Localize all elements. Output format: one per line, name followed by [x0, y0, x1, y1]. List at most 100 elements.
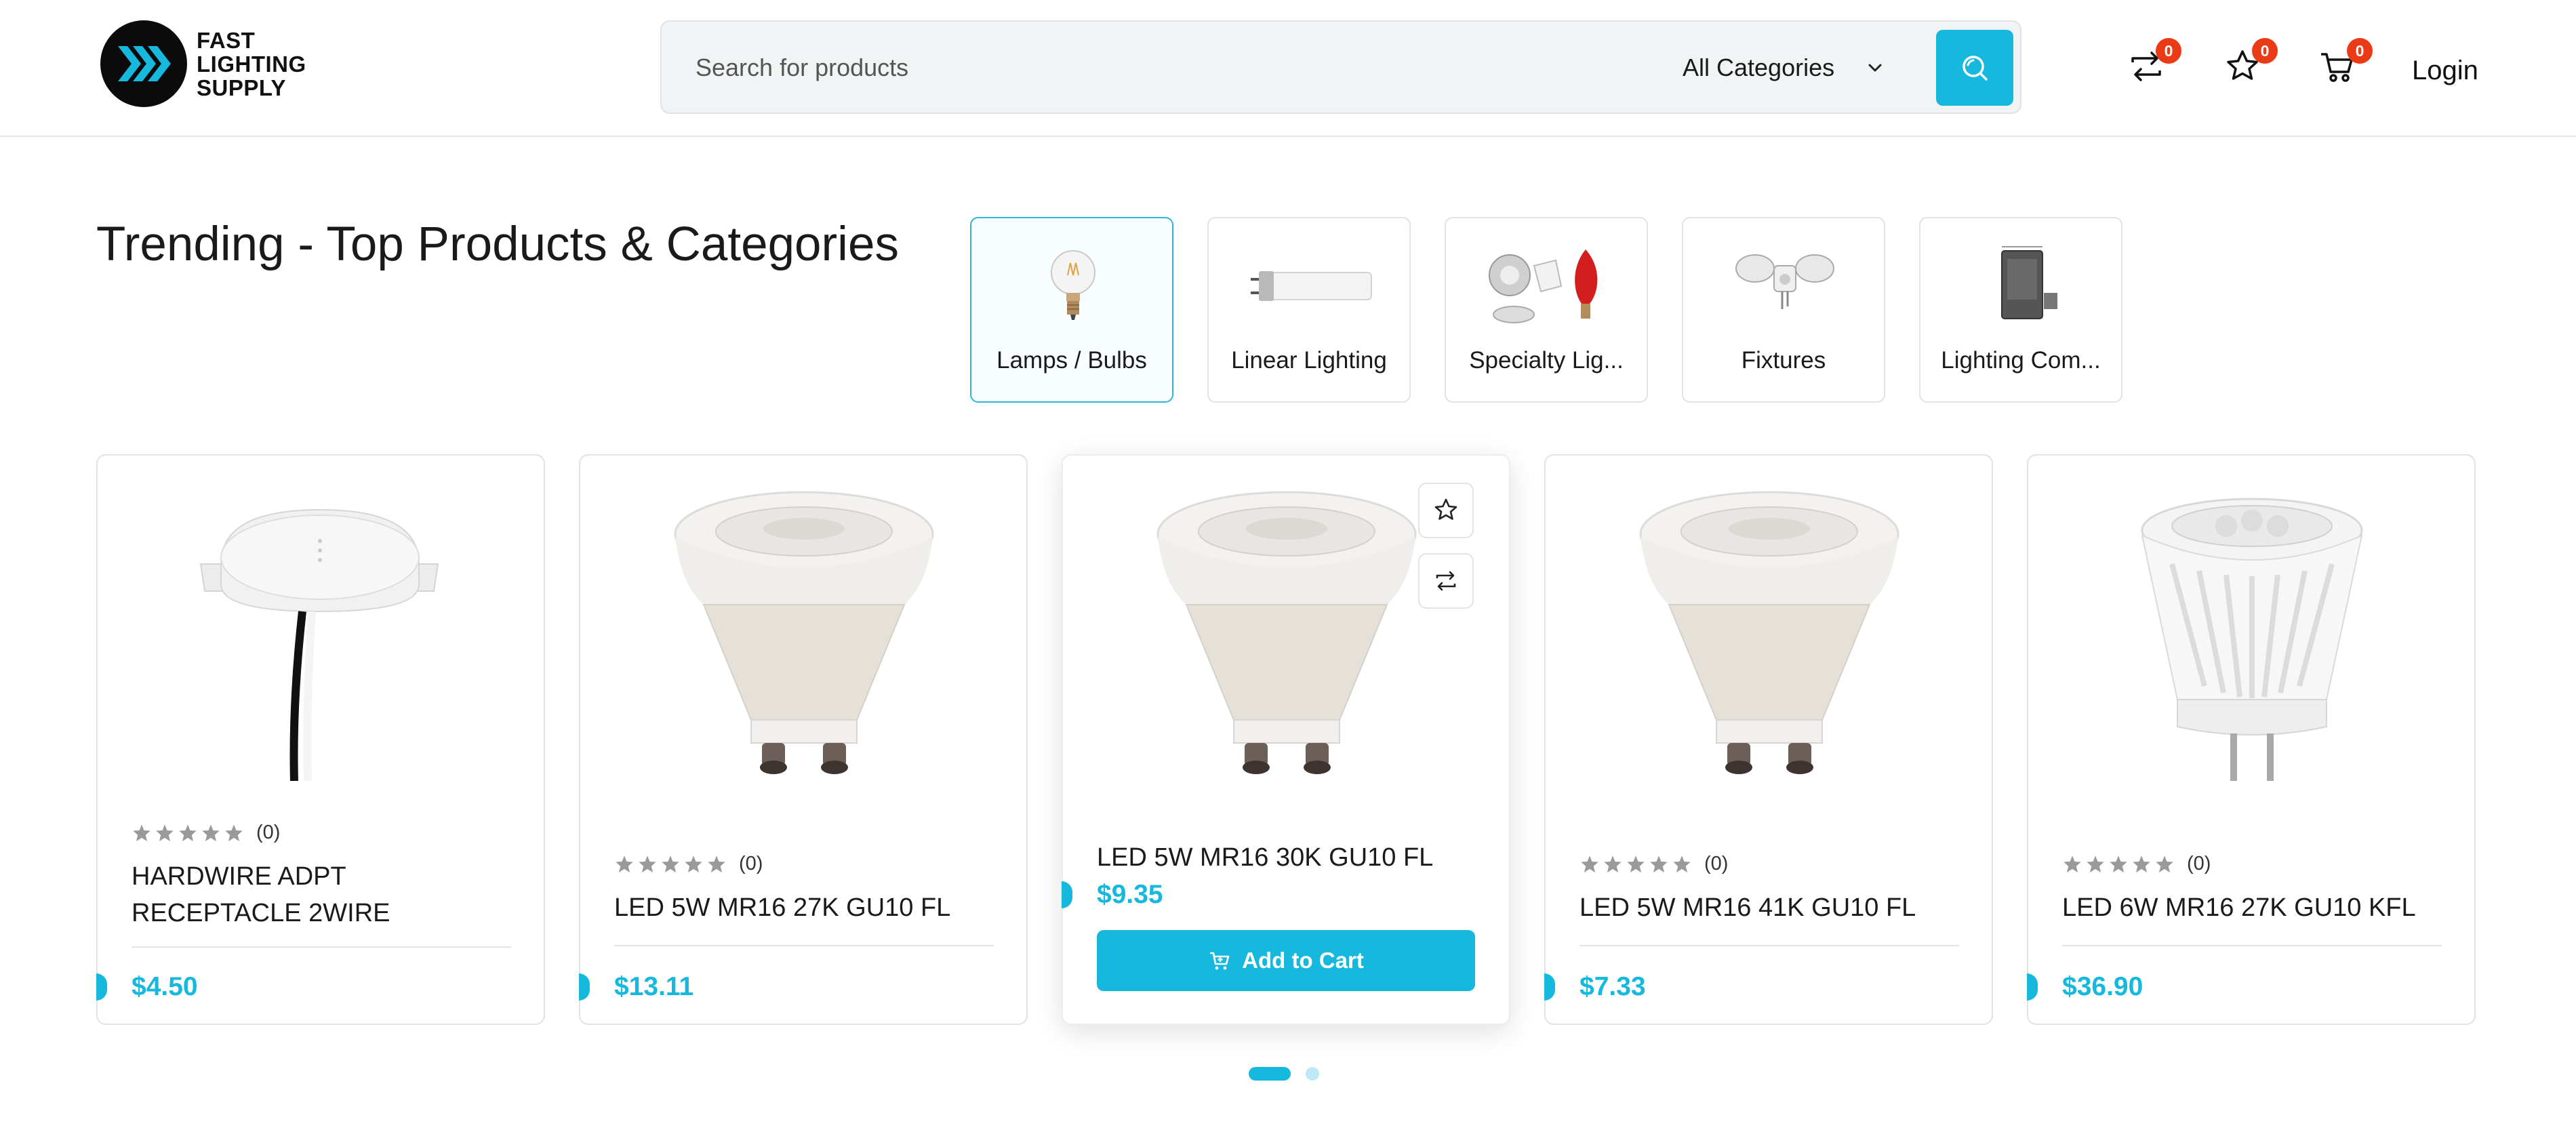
- gu10-bulb-image: [674, 491, 934, 774]
- product-name[interactable]: HARDWIRE ADPT RECEPTACLE 2WIRE: [132, 858, 511, 931]
- compare-button[interactable]: 0: [2126, 38, 2181, 95]
- logo-line-3: SUPPLY: [197, 75, 287, 100]
- carousel-dot-active[interactable]: [1249, 1067, 1291, 1081]
- star-icon: [2087, 855, 2104, 872]
- login-link[interactable]: Login: [2412, 56, 2478, 86]
- carousel-dot[interactable]: [1306, 1067, 1319, 1081]
- category-card-fixtures[interactable]: Fixtures: [1682, 217, 1885, 403]
- divider: [1579, 945, 1959, 946]
- star-icon: [616, 855, 633, 872]
- wishlist-button[interactable]: 0: [2222, 38, 2278, 95]
- category-card-specialty-lighting[interactable]: Specialty Lig...: [1445, 217, 1648, 403]
- product-name[interactable]: LED 5W MR16 27K GU10 FL: [614, 889, 994, 926]
- tube-lamp-icon: [1251, 271, 1372, 301]
- site-header: FAST LIGHTING SUPPLY All Categories: [0, 0, 2576, 137]
- rating-stars: [614, 854, 729, 874]
- product-price: $13.11: [614, 972, 694, 1001]
- rating-count: (0): [256, 822, 281, 843]
- rating-stars: [2062, 854, 2177, 874]
- carousel-pagination: [1249, 1067, 1334, 1081]
- star-icon: [202, 824, 220, 841]
- divider: [614, 945, 994, 946]
- add-to-wishlist-button[interactable]: [1418, 483, 1474, 538]
- category-label: Specialty Lig...: [1469, 347, 1624, 374]
- category-label: Lighting Com...: [1941, 347, 2101, 374]
- category-select[interactable]: All Categories: [1683, 45, 1889, 91]
- divider: [2062, 945, 2442, 946]
- product-price: $4.50: [132, 972, 198, 1001]
- search-button[interactable]: [1936, 30, 2013, 106]
- category-label: Fixtures: [1741, 347, 1826, 374]
- product-card[interactable]: (0) LED 5W MR16 27K GU10 FL $13.11: [579, 454, 1028, 1025]
- star-outline-icon: [1434, 498, 1457, 520]
- cart-count-badge: 0: [2347, 38, 2373, 64]
- category-label: Lamps / Bulbs: [997, 347, 1147, 374]
- star-icon: [2110, 855, 2127, 872]
- star-icon: [708, 855, 725, 872]
- product-name[interactable]: LED 5W MR16 41K GU10 FL: [1579, 889, 1959, 926]
- star-icon: [1604, 855, 1622, 872]
- star-icon: [1650, 855, 1668, 872]
- price-marker: [96, 973, 107, 1001]
- section-title: Trending - Top Products & Categories: [96, 218, 899, 271]
- product-card-hovered[interactable]: LED 5W MR16 30K GU10 FL $9.35 Add to Car…: [1062, 454, 1510, 1025]
- star-icon: [1627, 855, 1645, 872]
- category-label: Linear Lighting: [1231, 347, 1387, 374]
- compare-count-badge: 0: [2156, 38, 2181, 64]
- security-fixture-icon: [1735, 254, 1834, 309]
- gu10-bulb-image: [1639, 491, 1899, 774]
- compare-arrows-icon: [1436, 571, 1456, 591]
- cart-icon: [1210, 952, 1230, 970]
- star-icon: [2133, 855, 2150, 872]
- product-price: $7.33: [1579, 972, 1646, 1001]
- rating-count: (0): [739, 853, 763, 874]
- star-icon: [2064, 855, 2081, 872]
- star-icon: [133, 824, 150, 841]
- star-icon: [1673, 855, 1691, 872]
- gu10-bulb-image: [1156, 491, 1417, 774]
- star-icon: [639, 855, 656, 872]
- category-card-lamps-bulbs[interactable]: Lamps / Bulbs: [970, 217, 1173, 403]
- price-marker: [1062, 881, 1072, 908]
- price-marker: [2027, 973, 2038, 1001]
- star-icon: [2156, 855, 2173, 872]
- logo[interactable]: FAST LIGHTING SUPPLY: [100, 20, 306, 107]
- add-to-cart-button[interactable]: Add to Cart: [1097, 930, 1475, 991]
- chevron-down-icon: [1868, 64, 1882, 72]
- star-icon: [156, 824, 174, 841]
- logo-line-1: FAST: [197, 27, 256, 53]
- mr16-bulb-image: [2141, 498, 2363, 781]
- product-card[interactable]: (0) LED 5W MR16 41K GU10 FL $7.33: [1544, 454, 1993, 1025]
- add-to-compare-button[interactable]: [1418, 553, 1474, 609]
- search-input[interactable]: [696, 45, 1577, 91]
- category-select-value: All Categories: [1683, 54, 1835, 81]
- product-card[interactable]: (0) LED 6W MR16 27K GU10 KFL $36.90: [2027, 454, 2476, 1025]
- rating-stars: [132, 823, 247, 843]
- category-card-lighting-components[interactable]: Lighting Com...: [1919, 217, 2122, 403]
- rating: (0): [1579, 853, 1728, 875]
- category-card-linear-lighting[interactable]: Linear Lighting: [1207, 217, 1411, 403]
- price-marker: [579, 973, 590, 1001]
- specialty-lamps-icon: [1489, 249, 1598, 323]
- wishlist-count-badge: 0: [2252, 38, 2278, 64]
- logo-wordmark: FAST LIGHTING SUPPLY: [197, 28, 306, 100]
- logo-line-2: LIGHTING: [197, 51, 306, 77]
- rating: (0): [132, 822, 280, 844]
- product-price: $9.35: [1097, 880, 1163, 909]
- product-name[interactable]: LED 5W MR16 30K GU10 FL: [1097, 839, 1476, 876]
- rating-count: (0): [2187, 853, 2211, 874]
- cart-button[interactable]: 0: [2317, 38, 2373, 95]
- star-icon: [225, 824, 243, 841]
- star-icon: [1581, 855, 1598, 872]
- search-icon: [1963, 56, 1988, 81]
- add-to-cart-label: Add to Cart: [1242, 948, 1364, 973]
- rating: (0): [614, 853, 763, 875]
- product-name[interactable]: LED 6W MR16 27K GU10 KFL: [2062, 889, 2442, 926]
- ballast-component-icon: [2001, 246, 2057, 319]
- filament-bulb-icon: [1051, 250, 1095, 320]
- star-icon: [662, 855, 679, 872]
- rating-stars: [1579, 854, 1695, 874]
- star-icon: [179, 824, 197, 841]
- product-card[interactable]: (0) HARDWIRE ADPT RECEPTACLE 2WIRE $4.50: [96, 454, 545, 1025]
- rating: (0): [2062, 853, 2211, 875]
